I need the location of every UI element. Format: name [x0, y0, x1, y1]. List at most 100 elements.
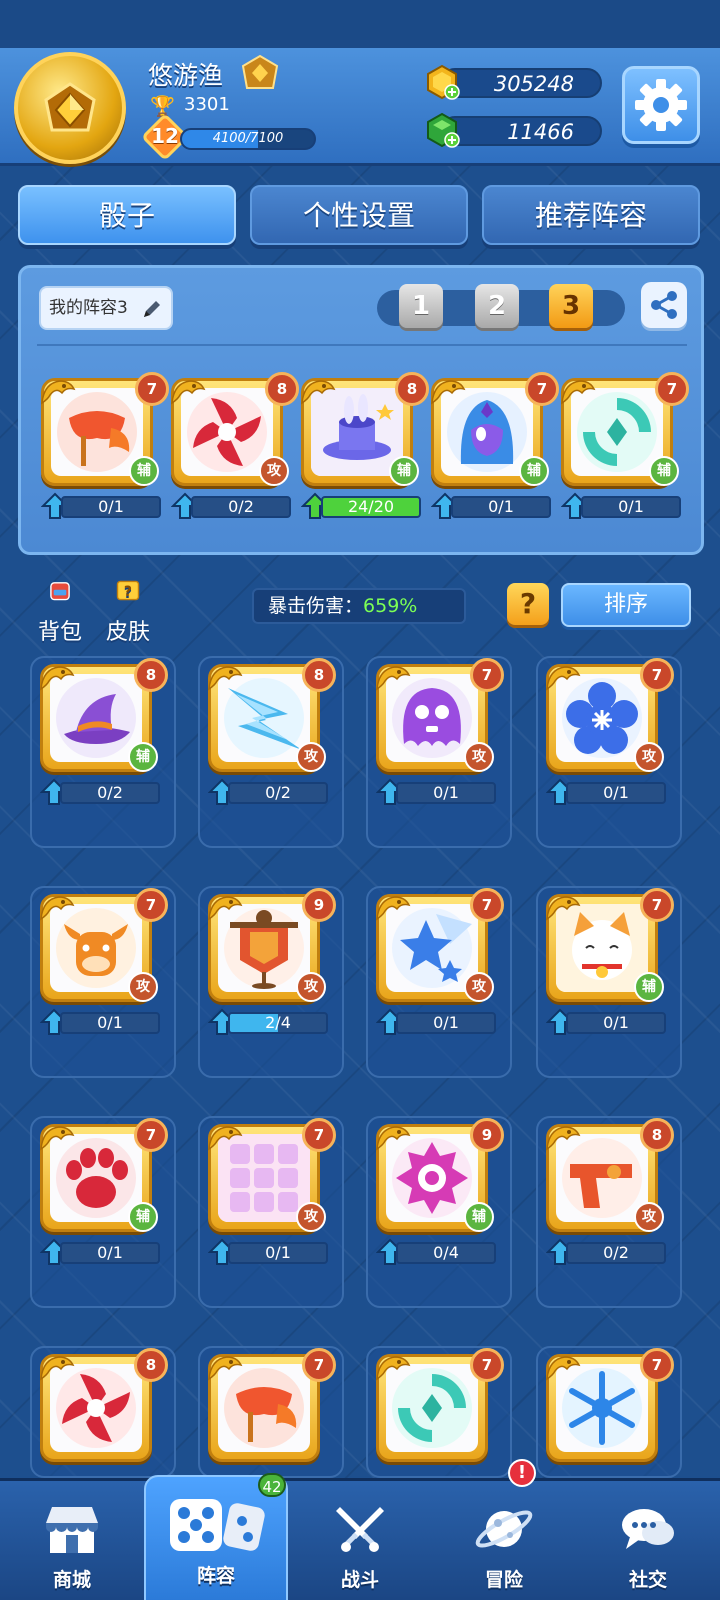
mystery-box-icon: ?: [116, 580, 140, 601]
dice-card[interactable]: 7 攻 0/1: [376, 888, 506, 1038]
upgrade-progress-text: 0/1: [433, 1013, 459, 1032]
crit-label: 暴击伤害：: [268, 595, 364, 617]
dice-card[interactable]: 7: [546, 1348, 676, 1498]
dice-card[interactable]: 7 攻 0/1: [208, 1118, 338, 1268]
dice-role-badge: 辅: [129, 456, 159, 486]
trophy-count: 3301: [184, 94, 230, 115]
dice-card[interactable]: 7 辅 0/1: [546, 888, 676, 1038]
pencil-icon: [144, 301, 160, 317]
tab-dice[interactable]: 骰子: [18, 185, 236, 245]
deck-name: 我的阵容3: [49, 298, 128, 318]
dice-level-badge: 8: [302, 658, 336, 692]
deck-divider: [37, 344, 687, 346]
dice-card[interactable]: 8 辅 24/20: [301, 372, 431, 522]
dragon-ornament-icon: [171, 380, 206, 405]
dragon-ornament-icon: [40, 1126, 75, 1151]
dice-card[interactable]: 7 辅 0/1: [431, 372, 561, 522]
dragon-ornament-icon: [376, 1356, 411, 1381]
deck-slot-3[interactable]: 3: [549, 284, 593, 328]
dragon-ornament-icon: [40, 896, 75, 921]
status-bar: [0, 0, 720, 48]
dice-card[interactable]: 8 攻 0/2: [208, 658, 338, 808]
gem-amount: 11466: [507, 120, 574, 144]
upgrade-progress-bar: 0/1: [396, 1012, 496, 1034]
share-button[interactable]: [641, 282, 687, 328]
dice-role-badge: 辅: [634, 972, 664, 1002]
sort-button[interactable]: 排序: [561, 583, 691, 627]
backpack-button[interactable]: 背包: [30, 580, 90, 646]
dice-card[interactable]: 7 辅 0/1: [40, 1118, 170, 1268]
coin-balance[interactable]: 305248: [440, 68, 602, 98]
dice-role-badge: 辅: [389, 456, 419, 486]
upgrade-progress-text: 0/1: [618, 497, 644, 516]
dice-card[interactable]: 8 辅 0/2: [40, 658, 170, 808]
dice-level-badge: 7: [470, 888, 504, 922]
skin-button[interactable]: ? 皮肤: [98, 580, 158, 646]
avatar[interactable]: [14, 52, 126, 164]
upgrade-progress-text: 24/20: [347, 497, 395, 516]
dice-card[interactable]: 7: [376, 1348, 506, 1498]
dice-level-badge: 9: [470, 1118, 504, 1152]
skin-label: 皮肤: [105, 620, 150, 645]
dice-card[interactable]: 7 辅 0/1: [41, 372, 171, 522]
dice-card[interactable]: 8 攻 0/2: [546, 1118, 676, 1268]
rank-badge-icon[interactable]: [240, 54, 280, 92]
xp-bar: 4100/7100: [180, 128, 316, 150]
help-button[interactable]: ?: [507, 583, 549, 625]
tab-customize[interactable]: 个性设置: [250, 185, 468, 245]
nav-adventure[interactable]: 冒险 !: [432, 1459, 576, 1600]
upgrade-progress-bar: 0/2: [566, 1242, 666, 1264]
dice-card[interactable]: 7 攻 0/1: [40, 888, 170, 1038]
svg-text:?: ?: [124, 584, 132, 600]
chat-icon: [622, 1509, 674, 1549]
dice-card[interactable]: 8 攻 0/2: [171, 372, 301, 522]
dice-level-badge: 7: [655, 372, 689, 406]
upgrade-progress-text: 0/1: [603, 783, 629, 802]
dice-level-badge: 8: [395, 372, 429, 406]
nav-battle[interactable]: 战斗: [288, 1481, 432, 1600]
upgrade-progress-text: 0/1: [97, 1243, 123, 1262]
dragon-ornament-icon: [546, 1126, 581, 1151]
nav-deck[interactable]: 阵容 42: [144, 1473, 288, 1600]
rank-crest-icon: [44, 82, 96, 132]
deck-name-button[interactable]: 我的阵容3: [39, 286, 173, 330]
deck-slot-1[interactable]: 1: [399, 284, 443, 328]
upgrade-progress-text: 0/1: [265, 1243, 291, 1262]
share-icon: [651, 291, 677, 319]
nav-battle-label: 战斗: [340, 1569, 379, 1591]
dragon-ornament-icon: [41, 380, 76, 405]
dice-card[interactable]: 7 攻 0/1: [546, 658, 676, 808]
nav-shop[interactable]: 商城: [0, 1481, 144, 1600]
crit-value: 659%: [363, 595, 418, 617]
bottom-nav: 商城 阵容 42 战斗 冒险 ! 社交: [0, 1459, 720, 1600]
dice-card[interactable]: 7 辅 0/1: [561, 372, 691, 522]
upgrade-progress-text: 0/1: [488, 497, 514, 516]
dragon-ornament-icon: [208, 896, 243, 921]
upgrade-progress-bar: 24/20: [321, 496, 421, 518]
dice-level-badge: 7: [640, 888, 674, 922]
backpack-icon: [50, 582, 70, 601]
dice-level-badge: 8: [265, 372, 299, 406]
dice-role-badge: 攻: [634, 742, 664, 772]
dice-card[interactable]: 8: [40, 1348, 170, 1498]
dragon-ornament-icon: [561, 380, 596, 405]
dice-card[interactable]: 9 攻 2/4: [208, 888, 338, 1038]
dice-card[interactable]: 7 攻 0/1: [376, 658, 506, 808]
upgrade-progress-bar: 0/1: [581, 496, 681, 518]
nav-deck-label: 阵容: [196, 1565, 235, 1587]
nav-shop-label: 商城: [52, 1569, 91, 1591]
dice-role-badge: 攻: [259, 456, 289, 486]
tab-recommended-decks[interactable]: 推荐阵容: [482, 185, 700, 245]
gem-balance[interactable]: 11466: [440, 116, 602, 146]
xp-text: 4100/7100: [212, 131, 284, 146]
upgrade-progress-text: 0/2: [97, 783, 123, 802]
nav-social[interactable]: 社交: [576, 1481, 720, 1600]
upgrade-progress-bar: 0/2: [191, 496, 291, 518]
upgrade-progress-bar: 0/1: [451, 496, 551, 518]
dice-card[interactable]: 9 辅 0/4: [376, 1118, 506, 1268]
dice-level-badge: 7: [302, 1348, 336, 1382]
settings-button[interactable]: [622, 66, 700, 144]
dice-level-badge: 7: [135, 372, 169, 406]
dragon-ornament-icon: [431, 380, 466, 405]
deck-slot-2[interactable]: 2: [475, 284, 519, 328]
